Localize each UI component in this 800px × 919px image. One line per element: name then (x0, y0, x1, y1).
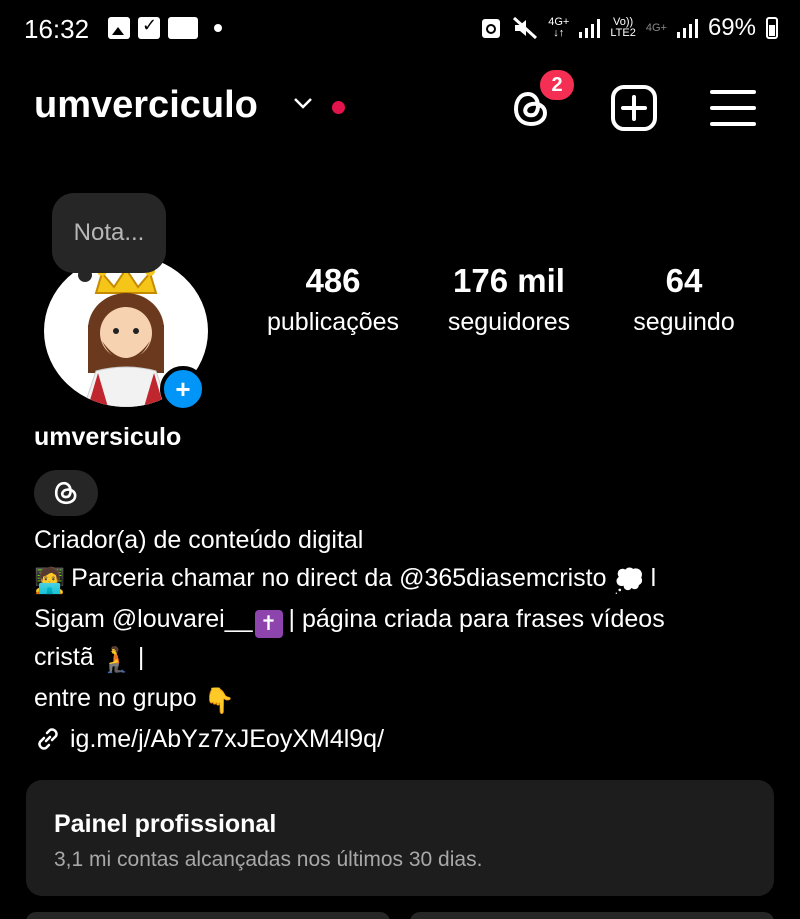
note-bubble[interactable]: Nota... (52, 193, 166, 273)
stat-followers-value: 176 mil (453, 262, 565, 299)
threads-notification-badge: 2 (537, 67, 577, 103)
create-post-icon[interactable] (610, 84, 658, 132)
bio-line-1-text: Parceria chamar no direct da @365diasemc… (71, 564, 607, 592)
voicemail-icon (168, 17, 198, 39)
stat-followers[interactable]: 176 mil seguidores (433, 262, 585, 337)
bio-link-text[interactable]: ig.me/j/AbYz7xJEoyXM4l9q/ (70, 720, 384, 758)
latin-cross-emoji-icon: ✝ (254, 610, 283, 638)
bio-line-3-end: | (137, 643, 145, 671)
bio-line-3-text: cristã (34, 643, 94, 671)
data-arrows-icon: ↓↑ (553, 27, 565, 39)
edit-profile-button[interactable] (26, 912, 390, 919)
technologist-emoji-icon: 🧑‍💻 (34, 567, 66, 595)
network-indicator-1: 4G+ ↓↑ (548, 16, 570, 39)
checkbox-icon (138, 15, 160, 39)
dashboard-title: Painel profissional (54, 810, 277, 838)
add-story-button[interactable]: + (160, 366, 206, 412)
signal-bars-icon (579, 18, 601, 38)
status-bar: 16:32 4G+ ↓↑ Vo)) (0, 0, 800, 60)
bio-line-3: cristã 🧎 | (34, 638, 774, 679)
praying-person-emoji-icon: 🧎 (100, 646, 132, 674)
signal-bars-2-icon (676, 18, 698, 38)
bio-link[interactable]: ig.me/j/AbYz7xJEoyXM4l9q/ (34, 720, 384, 758)
bio-line-4-text: entre no grupo (34, 684, 197, 712)
more-notifications-dot-icon (214, 24, 222, 32)
unread-dot (332, 101, 345, 114)
status-right: 4G+ ↓↑ Vo)) LTE2 4G+ 69% (480, 14, 778, 42)
recycle-icon (482, 19, 501, 38)
chevron-down-icon[interactable] (292, 96, 314, 110)
stat-posts[interactable]: 486 publicações (255, 262, 411, 337)
bio-category: Criador(a) de conteúdo digital (34, 526, 364, 554)
note-bubble-tail (78, 268, 92, 282)
share-profile-button[interactable] (410, 912, 774, 919)
stat-posts-label: publicações (266, 308, 400, 336)
account-switcher-username[interactable]: umverciculo (34, 84, 258, 127)
stat-followers-label: seguidores (447, 308, 571, 336)
threads-small-icon (54, 481, 77, 505)
stat-posts-value: 486 (305, 262, 361, 299)
hamburger-menu-icon[interactable] (710, 88, 756, 128)
volte-indicator: Vo)) LTE2 (610, 16, 636, 39)
instagram-profile-screen: 16:32 4G+ ↓↑ Vo)) (0, 0, 800, 919)
bio-line-4: entre no grupo 👇 (34, 679, 774, 720)
dashboard-subtitle: 3,1 mi contas alcançadas nos últimos 30 … (54, 848, 483, 871)
mute-icon (513, 16, 538, 40)
network-indicator-3: 4G+ (645, 21, 667, 34)
bio-line-1: 🧑‍💻 Parceria chamar no direct da @365dias… (34, 559, 774, 600)
stat-following[interactable]: 64 seguindo (620, 262, 748, 337)
stat-following-label: seguindo (633, 308, 735, 336)
threads-profile-chip[interactable] (34, 470, 98, 516)
profile-bio: Criador(a) de conteúdo digital 🧑‍💻 Parcer… (34, 521, 774, 764)
professional-dashboard-card[interactable]: Painel profissional 3,1 mi contas alcanç… (26, 780, 774, 896)
bio-line-2-text: | página criada para frases vídeos (288, 605, 665, 633)
profile-display-name: umversiculo (34, 423, 182, 451)
status-time: 16:32 (24, 14, 90, 44)
stat-following-value: 64 (665, 262, 703, 299)
battery-percent: 69% (707, 14, 756, 41)
link-icon (38, 728, 58, 750)
gallery-icon (108, 17, 130, 39)
battery-icon (766, 17, 778, 39)
pointing-down-emoji-icon: 👇 (203, 687, 235, 715)
bio-line-2: Sigam @louvarei__ ✝ | página criada para f… (34, 600, 774, 638)
bio-line-2-mention: Sigam @louvarei__ (34, 605, 253, 633)
thought-bubble-emoji-icon: 💭 (613, 567, 645, 595)
notification-icons (108, 15, 222, 39)
bio-line-1-end: l (650, 564, 657, 592)
